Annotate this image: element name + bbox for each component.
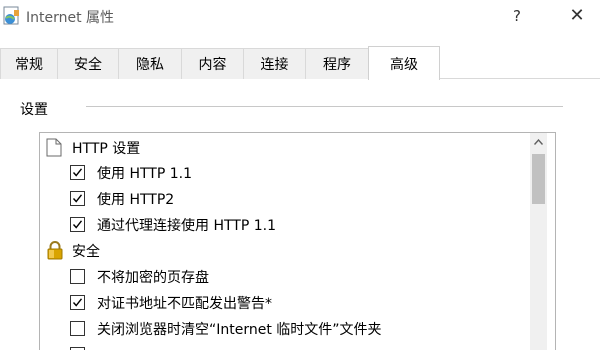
checkbox[interactable] (70, 295, 85, 310)
checkbox[interactable] (70, 217, 85, 232)
checkbox[interactable] (70, 191, 85, 206)
tab-privacy[interactable]: 隐私 (118, 48, 182, 79)
list-group-header: 安全 (40, 238, 530, 263)
tab-advanced[interactable]: 高级 (368, 46, 440, 80)
help-button[interactable]: ? (494, 0, 540, 31)
tab-content[interactable]: 内容 (181, 48, 244, 79)
checkbox[interactable] (70, 321, 85, 336)
advanced-panel: 设置 HTTP 设置 使用 HTTP 1.1 使用 HTTP2 通过代理连接使用… (0, 79, 600, 350)
option-label: 使用 HTTP 1.1 (97, 166, 192, 182)
internet-options-icon (3, 6, 21, 26)
checkbox[interactable] (70, 165, 85, 180)
settings-group-label: 设置 (20, 102, 48, 118)
tab-security[interactable]: 安全 (57, 48, 119, 79)
tab-general[interactable]: 常规 (0, 48, 58, 79)
title-bar: Internet 属性 ? ✕ (0, 0, 600, 33)
list-item[interactable]: 通过代理连接使用 HTTP 1.1 (40, 212, 530, 237)
option-label: 不将加密的页存盘 (97, 270, 209, 286)
group-label: HTTP 设置 (72, 141, 141, 157)
list-item[interactable]: 对证书地址不匹配发出警告* (40, 290, 530, 315)
list-item[interactable]: 不将加密的页存盘 (40, 264, 530, 289)
settings-list[interactable]: HTTP 设置 使用 HTTP 1.1 使用 HTTP2 通过代理连接使用 HT… (39, 132, 556, 350)
document-icon (46, 138, 62, 161)
group-label: 安全 (72, 244, 100, 260)
tab-programs[interactable]: 程序 (305, 48, 369, 79)
list-item[interactable]: 关闭浏览器时清空“Internet 临时文件”文件夹 (40, 316, 530, 341)
close-button[interactable]: ✕ (554, 0, 600, 31)
option-label: 通过代理连接使用 HTTP 1.1 (97, 218, 276, 234)
option-label: 对证书地址不匹配发出警告* (97, 296, 272, 312)
tab-connections[interactable]: 连接 (243, 48, 306, 79)
list-group-header: HTTP 设置 (40, 135, 530, 160)
list-item[interactable]: 使用 HTTP 1.1 (40, 160, 530, 185)
list-item[interactable] (40, 342, 530, 350)
window-title: Internet 属性 (26, 10, 115, 26)
option-label: 关闭浏览器时清空“Internet 临时文件”文件夹 (97, 322, 382, 338)
scroll-thumb[interactable] (532, 154, 545, 204)
checkbox[interactable] (70, 269, 85, 284)
vertical-scrollbar[interactable] (530, 133, 547, 350)
lock-icon (46, 241, 64, 264)
group-divider (86, 106, 563, 107)
list-item[interactable]: 使用 HTTP2 (40, 186, 530, 211)
option-label: 使用 HTTP2 (97, 192, 175, 208)
scroll-up-arrow-icon[interactable] (530, 133, 547, 150)
tab-strip: 常规 安全 隐私 内容 连接 程序 高级 (0, 33, 600, 80)
